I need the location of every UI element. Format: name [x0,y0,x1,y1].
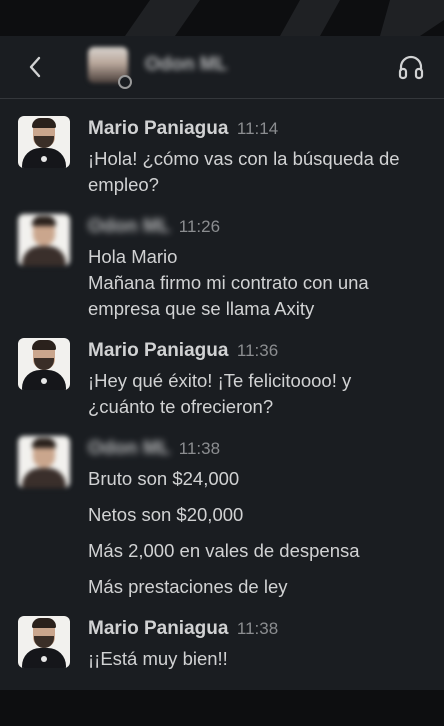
chat-window: Odon ML Mario Paniagua 11:14 ¡Hola! ¿cóm… [0,36,444,690]
message-text: ¡Hola! ¿cómo vas con la búsqueda de empl… [88,148,400,195]
sender-name[interactable]: Mario Paniagua [88,618,228,639]
message-text: ¡¡Está muy bien!! [88,648,228,669]
message-text: Bruto son $24,000 Netos son $20,000 Más … [88,468,360,597]
huddle-button[interactable] [398,54,424,80]
message-time: 11:38 [178,439,221,458]
message-time: 11:38 [236,619,279,638]
chat-header: Odon ML [0,36,444,99]
screen: Odon ML Mario Paniagua 11:14 ¡Hola! ¿cóm… [0,0,444,726]
bottom-background [0,690,444,726]
presence-indicator [118,75,132,89]
sender-name[interactable]: Odon ML [88,216,170,237]
sender-name[interactable]: Odon ML [88,438,170,459]
avatar[interactable] [18,214,70,266]
message-time: 11:14 [236,119,279,138]
back-button[interactable] [22,54,48,80]
headphones-icon [398,55,424,80]
avatar[interactable] [18,116,70,168]
chevron-left-icon [29,56,41,78]
contact-name[interactable]: Odon ML [145,54,227,76]
avatar[interactable] [18,616,70,668]
contact-avatar[interactable] [88,47,132,89]
avatar[interactable] [18,338,70,390]
sender-name[interactable]: Mario Paniagua [88,340,228,361]
message-text: ¡Hey qué éxito! ¡Te felicitoooo! y ¿cuán… [88,370,352,417]
sender-name[interactable]: Mario Paniagua [88,118,228,139]
avatar[interactable] [18,436,70,488]
message-time: 11:36 [236,341,279,360]
message-text: Hola Mario Mañana firmo mi contrato con … [88,246,369,319]
message-time: 11:26 [178,217,221,236]
